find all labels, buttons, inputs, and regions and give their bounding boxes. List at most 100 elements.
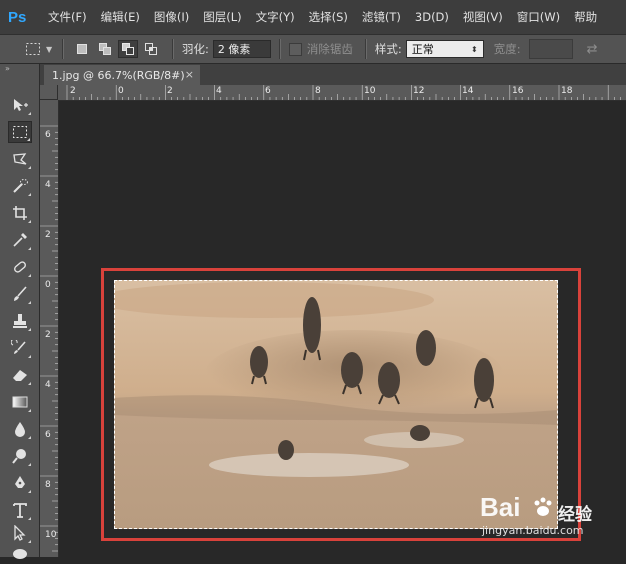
rectangular-marquee-tool[interactable]	[8, 121, 32, 143]
menu-help[interactable]: 帮助	[574, 9, 597, 25]
history-brush-tool[interactable]	[8, 337, 32, 359]
brush-icon	[14, 286, 27, 301]
intersect-selection-icon	[145, 43, 157, 55]
move-icon	[14, 99, 28, 111]
ruler-label: 4	[45, 180, 51, 190]
type-tool[interactable]	[8, 499, 32, 521]
ruler-label: 2	[70, 86, 76, 96]
style-value: 正常	[411, 43, 434, 56]
paw-icon	[534, 497, 552, 516]
ruler-label: 14	[462, 86, 474, 96]
lasso-icon	[13, 153, 27, 165]
add-to-selection-button[interactable]	[95, 40, 115, 58]
width-input[interactable]	[528, 39, 573, 59]
ruler-label: 8	[45, 480, 51, 490]
horizontal-ruler[interactable]: 2 0 2 4 6 8 10 12 14 16 18	[58, 85, 626, 101]
move-tool[interactable]	[8, 94, 32, 116]
swap-icon[interactable]: ⇄	[587, 42, 598, 57]
path-selection-tool[interactable]	[8, 522, 32, 544]
subtract-selection-icon	[122, 43, 134, 55]
menu-view[interactable]: 视图(V)	[463, 9, 503, 25]
history-brush-icon	[11, 340, 26, 354]
feather-label: 羽化:	[182, 42, 209, 56]
menu-select[interactable]: 选择(S)	[309, 9, 348, 25]
panel-collapse-icon[interactable]: »	[0, 64, 39, 74]
blur-tool[interactable]	[8, 418, 32, 440]
ruler-label: 0	[118, 86, 124, 96]
dodge-icon	[12, 449, 26, 464]
width-label: 宽度:	[493, 42, 521, 56]
clone-stamp-tool[interactable]	[8, 310, 32, 332]
select-arrows-icon: ⬍	[471, 44, 478, 54]
lasso-tool[interactable]	[8, 148, 32, 170]
subtract-from-selection-button[interactable]	[118, 40, 138, 58]
type-icon	[13, 503, 27, 518]
document-tab[interactable]: 1.jpg @ 66.7%(RGB/8#) ×	[44, 65, 200, 85]
menu-filter[interactable]: 滤镜(T)	[362, 9, 401, 25]
eyedropper-tool[interactable]	[8, 229, 32, 251]
ruler-label: 6	[265, 86, 271, 96]
rectangular-marquee-icon	[26, 43, 40, 55]
dodge-tool[interactable]	[8, 445, 32, 467]
ruler-label: 8	[315, 86, 321, 96]
baidu-watermark: Bai 经验 jingyan.baidu.com	[480, 492, 620, 542]
rectangular-marquee-icon	[13, 126, 27, 138]
quick-selection-icon	[13, 179, 28, 193]
ruler-label: 10	[364, 86, 376, 96]
menu-file[interactable]: 文件(F)	[48, 9, 87, 25]
ruler-label: 2	[167, 86, 173, 96]
ellipse-icon	[13, 549, 27, 559]
separator	[278, 39, 281, 59]
gradient-icon	[12, 396, 28, 408]
menu-edit[interactable]: 编辑(E)	[101, 9, 140, 25]
separator	[172, 39, 174, 59]
new-selection-button[interactable]	[72, 40, 92, 58]
ruler-label: 0	[45, 280, 51, 290]
antialias-checkbox[interactable]	[288, 42, 302, 56]
stamp-icon	[13, 314, 27, 328]
menu-window[interactable]: 窗口(W)	[517, 9, 560, 25]
brush-tool[interactable]	[8, 283, 32, 305]
quick-selection-tool[interactable]	[8, 175, 32, 197]
menu-type[interactable]: 文字(Y)	[256, 9, 295, 25]
ruler-label: 4	[216, 86, 222, 96]
feather-input[interactable]	[212, 40, 271, 58]
ruler-label: 18	[561, 86, 573, 96]
vertical-ruler[interactable]: 6 4 2 0 2 4 6 8 10	[40, 100, 59, 557]
ruler-label: 10	[45, 530, 57, 540]
watermark-logo: Bai	[480, 492, 521, 522]
intersect-selection-button[interactable]	[141, 40, 161, 58]
antialias-label: 消除锯齿	[306, 42, 353, 56]
crop-tool[interactable]	[8, 202, 32, 224]
ruler-label: 2	[45, 330, 51, 340]
menu-3d[interactable]: 3D(D)	[415, 10, 449, 24]
ruler-origin[interactable]	[40, 85, 58, 100]
new-selection-icon	[77, 44, 87, 54]
photoshop-logo: Ps	[8, 8, 27, 26]
watermark-suffix: 经验	[558, 505, 592, 525]
document-tab-bar: 1.jpg @ 66.7%(RGB/8#) ×	[40, 64, 626, 86]
eraser-icon	[13, 370, 27, 381]
add-selection-icon	[99, 43, 111, 55]
menu-layer[interactable]: 图层(L)	[203, 9, 241, 25]
pen-icon	[15, 476, 25, 488]
document-tab-title: 1.jpg @ 66.7%(RGB/8#)	[52, 68, 185, 82]
pen-tool[interactable]	[8, 472, 32, 494]
healing-brush-tool[interactable]	[8, 256, 32, 278]
eraser-tool[interactable]	[8, 364, 32, 386]
gradient-tool[interactable]	[8, 391, 32, 413]
separator	[364, 39, 367, 59]
menu-image[interactable]: 图像(I)	[154, 9, 189, 25]
ruler-label: 12	[413, 86, 425, 96]
path-selection-icon	[14, 525, 26, 541]
ruler-label: 16	[512, 86, 524, 96]
ruler-label: 6	[45, 430, 51, 440]
ruler-label: 2	[45, 230, 51, 240]
bandage-icon	[14, 261, 26, 273]
close-icon[interactable]: ×	[185, 68, 194, 81]
tools-panel: »	[0, 64, 40, 559]
style-select[interactable]: 正常 ⬍	[405, 40, 484, 58]
ellipse-tool[interactable]	[8, 542, 32, 564]
chevron-down-icon[interactable]: ▼	[46, 45, 54, 54]
tool-preset-picker[interactable]	[22, 39, 44, 59]
